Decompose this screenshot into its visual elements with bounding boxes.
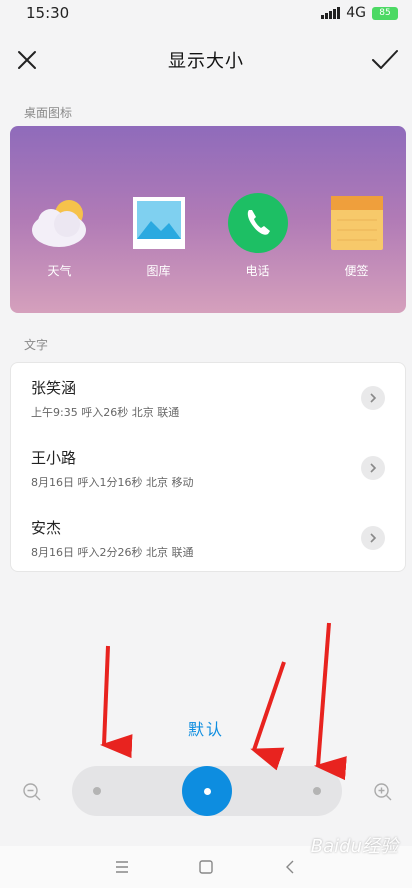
weather-icon: [29, 192, 91, 254]
watermark: Baidu经验: [310, 836, 398, 857]
app-weather: 天气: [20, 192, 100, 279]
annotation-arrow: [314, 622, 347, 781]
battery-icon: 85: [372, 6, 398, 20]
call-detail: 上午9:35 呼入26秒 北京 联通: [31, 405, 180, 419]
section-label-text: 文字: [24, 338, 49, 352]
notes-icon: [326, 192, 388, 254]
slider-thumb[interactable]: [182, 766, 232, 816]
check-icon: [372, 50, 398, 69]
chevron-right-icon: [370, 463, 377, 473]
confirm-button[interactable]: [370, 45, 400, 75]
zoom-in-icon: [374, 783, 392, 801]
close-icon: [18, 51, 36, 69]
app-label: 电话: [245, 264, 270, 278]
call-log-row[interactable]: 张笑涵 上午9:35 呼入26秒 北京 联通: [11, 363, 405, 433]
contact-name: 张笑涵: [31, 378, 77, 397]
contact-name: 安杰: [31, 518, 62, 537]
call-detail: 8月16日 呼入1分16秒 北京 移动: [31, 475, 194, 489]
size-slider[interactable]: [72, 766, 342, 816]
icon-preview-panel: 天气 图库 电话 便签: [10, 126, 406, 313]
gallery-icon: [128, 192, 190, 254]
detail-button[interactable]: [361, 456, 385, 480]
detail-button[interactable]: [361, 526, 385, 550]
status-bar: 15:30 4G 85: [0, 0, 412, 26]
network-type: 4G: [346, 5, 366, 21]
call-log-preview: 张笑涵 上午9:35 呼入26秒 北京 联通 王小路 8月16日 呼入1分16秒…: [10, 362, 406, 572]
app-label: 图库: [146, 264, 171, 278]
phone-icon: [227, 192, 289, 254]
home-icon: [199, 860, 213, 874]
back-icon: [286, 860, 294, 874]
zoom-out-icon: [23, 783, 41, 801]
size-level-label: 默认: [187, 720, 224, 739]
step-dot[interactable]: [313, 787, 321, 795]
close-button[interactable]: [12, 45, 42, 75]
app-label: 天气: [47, 264, 72, 278]
decrease-size-button[interactable]: [20, 780, 44, 804]
status-time: 15:30: [26, 4, 70, 22]
menu-icon: [116, 861, 128, 873]
chevron-right-icon: [370, 533, 377, 543]
back-button[interactable]: [275, 852, 305, 882]
step-dot[interactable]: [93, 787, 101, 795]
call-log-row[interactable]: 王小路 8月16日 呼入1分16秒 北京 移动: [11, 433, 405, 503]
contact-name: 王小路: [31, 448, 77, 467]
home-button[interactable]: [191, 852, 221, 882]
status-indicators: 4G 85: [321, 5, 398, 21]
menu-button[interactable]: [107, 852, 137, 882]
call-detail: 8月16日 呼入2分26秒 北京 联通: [31, 545, 194, 559]
page-title: 显示大小: [168, 51, 244, 72]
title-bar: 显示大小: [0, 34, 412, 86]
app-phone: 电话: [218, 192, 298, 279]
app-gallery: 图库: [119, 192, 199, 279]
section-label-icons: 桌面图标: [24, 106, 73, 120]
detail-button[interactable]: [361, 386, 385, 410]
increase-size-button[interactable]: [371, 780, 395, 804]
call-log-row[interactable]: 安杰 8月16日 呼入2分26秒 北京 联通: [11, 503, 405, 573]
chevron-right-icon: [370, 393, 377, 403]
app-notes: 便签: [317, 192, 397, 279]
signal-icon: [321, 7, 341, 19]
app-label: 便签: [344, 264, 369, 278]
